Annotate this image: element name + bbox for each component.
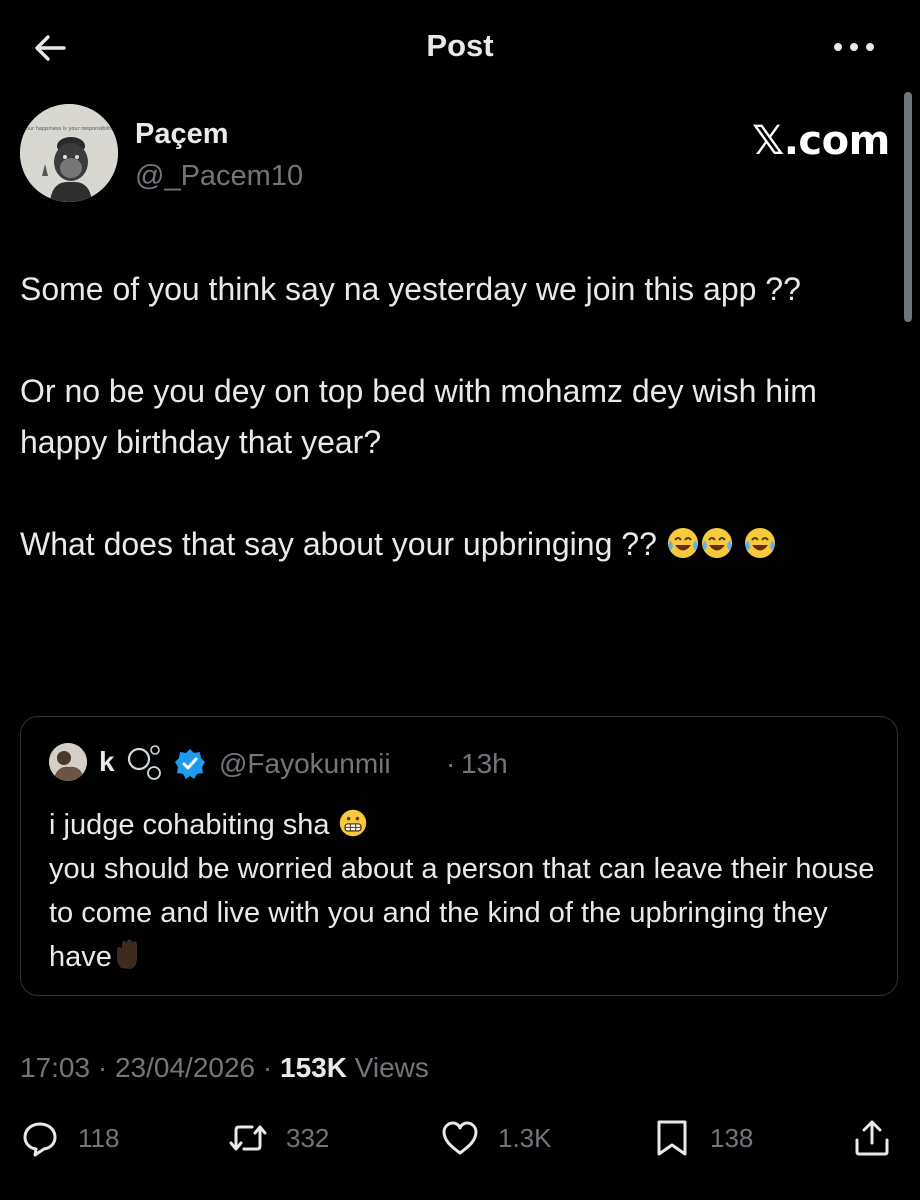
views-label: Views [354,1052,429,1083]
quoted-post[interactable]: k @Fayokunmii · 13h i judge cohabiting s… [20,716,898,996]
action-bar: 118 332 1.3K 138 [0,1110,920,1170]
post-paragraph-2: Or no be you dey on top bed with mohamz … [20,373,817,460]
share-icon [855,1120,889,1156]
person-avatar-icon [49,743,87,781]
tears-of-joy-emoji-icon [667,528,698,558]
raised-hand-emoji-icon [116,939,137,969]
quoted-post-header: k @Fayokunmii · 13h [49,743,869,783]
quoted-line-1: i judge cohabiting sha [49,803,879,847]
separator-dot: · [446,748,456,779]
bookmark-count: 138 [710,1122,754,1153]
repost-icon [229,1125,267,1151]
tears-of-joy-emoji-icon [744,528,775,558]
views-count: 153K [280,1052,347,1083]
like-count: 1.3K [498,1122,552,1153]
meta-separator: · [262,1052,273,1083]
scrollbar[interactable] [904,92,912,322]
quoted-author-handle[interactable]: @Fayokunmii [219,748,391,780]
author-avatar[interactable]: Your happiness is your responsibility [20,104,118,202]
post-meta: 17:03 · 23/04/2026 · 153K Views [20,1052,429,1084]
like-button[interactable]: 1.3K [440,1110,552,1166]
post-date: 23/04/2026 [114,1052,256,1083]
quoted-line-2-text: you should be worried about a person tha… [49,853,875,973]
quoted-author-name[interactable]: k [99,746,115,778]
bubbles-emoji-icon [127,745,161,780]
post-paragraph-1: Some of you think say na yesterday we jo… [20,271,801,307]
meta-separator: · [97,1052,108,1083]
reply-button[interactable]: 118 [20,1110,119,1166]
monkey-avatar-icon: Your happiness is your responsibility [20,104,118,202]
reply-count: 118 [78,1122,120,1153]
quoted-post-text: i judge cohabiting sha you should be wor… [49,803,879,979]
top-bar: Post [0,0,920,94]
bookmark-button[interactable]: 138 [652,1110,753,1166]
heart-icon [442,1121,478,1155]
reply-icon [23,1122,57,1157]
author-name[interactable]: Paçem [135,118,229,151]
bookmark-icon [657,1120,687,1156]
post-time: 17:03 [20,1052,91,1083]
author-handle[interactable]: @_Pacem10 [135,160,303,193]
post-paragraph-3-text: What does that say about your upbringing… [20,526,657,562]
repost-button[interactable]: 332 [228,1110,329,1166]
grimacing-face-emoji-icon [339,809,366,837]
tears-of-joy-emoji-icon [701,528,732,558]
verified-badge-icon[interactable] [173,747,207,781]
more-horizontal-icon[interactable] [830,32,878,62]
post-text: Some of you think say na yesterday we jo… [20,264,890,570]
post-paragraph-3: What does that say about your upbringing… [20,519,890,570]
svg-text:Your happiness is your respons: Your happiness is your responsibility [23,126,115,132]
quoted-line-2: you should be worried about a person tha… [49,847,879,979]
quoted-post-time[interactable]: 13h [461,748,508,780]
x-watermark: 𝕏.com [752,118,890,164]
page-title: Post [426,28,494,63]
repost-count: 332 [286,1122,330,1153]
share-button[interactable] [852,1110,892,1166]
quoted-line-1-text: i judge cohabiting sha [49,809,330,841]
quoted-author-avatar[interactable] [49,743,87,781]
